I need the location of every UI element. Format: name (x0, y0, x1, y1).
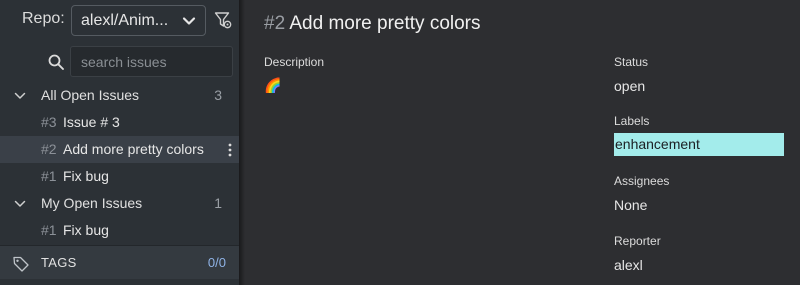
issue-title: Add more pretty colors (63, 141, 204, 157)
reporter-value: alexl (614, 257, 643, 273)
issue-title: Fix bug (63, 222, 109, 238)
group-all-open-issues[interactable]: All Open Issues 3 (0, 82, 239, 109)
issue-detail-panel: #2 Add more pretty colors Description 🌈 … (245, 0, 800, 285)
assignees-label: Assignees (614, 174, 670, 188)
issue-number: #3 (41, 114, 57, 130)
label-chip-enhancement[interactable]: enhancement (614, 133, 784, 156)
repo-select-value: alexl/Anim... (81, 12, 169, 29)
group-my-open-issues[interactable]: My Open Issues 1 (0, 190, 239, 217)
issue-title: Issue # 3 (63, 114, 120, 130)
tags-section-header[interactable]: TAGS 0/0 (0, 245, 239, 279)
more-vertical-icon[interactable] (226, 141, 234, 159)
issue-number: #2 (41, 141, 57, 157)
description-label: Description (264, 55, 325, 69)
issue-title: Fix bug (63, 168, 109, 184)
group-count: 1 (214, 195, 222, 211)
issue-number: #2 (264, 13, 286, 34)
group-label: My Open Issues (41, 195, 143, 211)
app-window: Repo: alexl/Anim... search issues All Op… (0, 0, 800, 285)
issue-item-2[interactable]: #2 Add more pretty colors (0, 136, 239, 163)
group-count: 3 (214, 87, 222, 103)
issue-item-1-mine[interactable]: #1 Fix bug (0, 217, 239, 244)
tags-label: TAGS (41, 255, 77, 270)
issue-item-3[interactable]: #3 Issue # 3 (0, 109, 239, 136)
repo-select[interactable]: alexl/Anim... (71, 5, 206, 36)
issue-number: #1 (41, 168, 57, 184)
issue-number: #1 (41, 222, 57, 238)
search-row (0, 46, 239, 78)
issue-title: Add more pretty colors (289, 13, 481, 34)
assignees-value: None (614, 197, 648, 213)
reporter-label: Reporter (614, 234, 661, 248)
search-icon (48, 54, 64, 70)
tags-count: 0/0 (207, 255, 226, 270)
status-label: Status (614, 55, 649, 69)
group-label: All Open Issues (41, 87, 140, 103)
chevron-down-icon (14, 92, 26, 99)
issue-heading: #2 Add more pretty colors (264, 13, 481, 35)
chevron-down-icon (182, 17, 196, 25)
search-input[interactable] (70, 46, 233, 77)
filter-settings-icon[interactable] (214, 11, 232, 29)
tag-icon (13, 256, 29, 272)
chevron-down-icon (14, 200, 26, 207)
sidebar: Repo: alexl/Anim... search issues All Op… (0, 0, 239, 285)
labels-label: Labels (614, 114, 650, 128)
repo-label: Repo: (22, 10, 65, 27)
description-value: 🌈 (264, 77, 282, 93)
status-value: open (614, 78, 646, 94)
repo-picker-row: Repo: alexl/Anim... (0, 0, 239, 42)
issue-item-1[interactable]: #1 Fix bug (0, 163, 239, 190)
